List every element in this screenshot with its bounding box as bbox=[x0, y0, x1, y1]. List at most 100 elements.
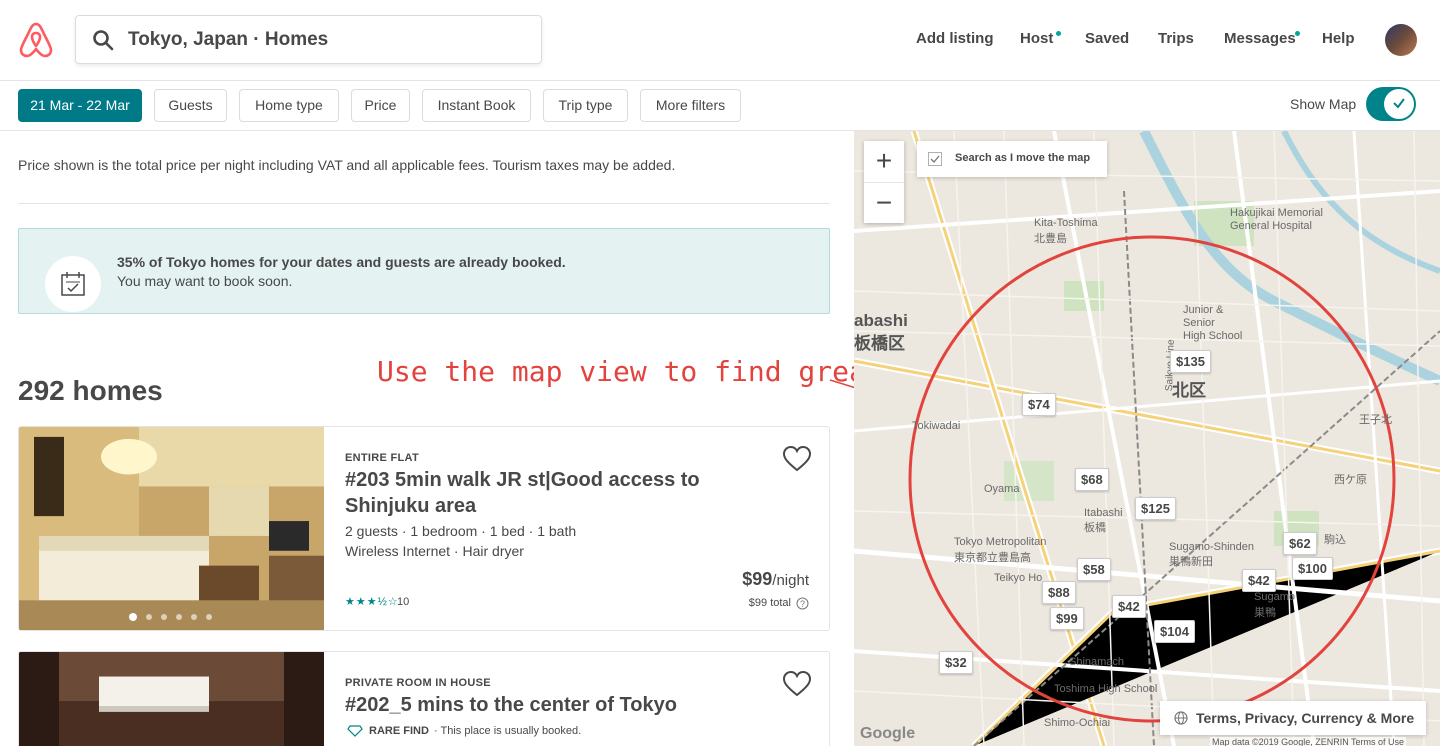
map-panel[interactable]: + − Search as I move the map Kita-Toshim… bbox=[854, 131, 1440, 746]
home-type-filter-button[interactable]: Home type bbox=[239, 89, 339, 122]
map-label: 駒込 bbox=[1324, 534, 1346, 546]
airbnb-logo-icon[interactable] bbox=[18, 21, 54, 59]
price-disclaimer: Price shown is the total price per night… bbox=[18, 157, 676, 173]
map-price-pin[interactable]: $68 bbox=[1075, 468, 1109, 491]
guests-filter-button[interactable]: Guests bbox=[154, 89, 227, 122]
save-heart-icon[interactable] bbox=[782, 445, 812, 473]
photo-carousel-dots[interactable] bbox=[129, 613, 212, 621]
listing-photo[interactable] bbox=[19, 427, 324, 630]
map-terms-button[interactable]: Terms, Privacy, Currency & More bbox=[1160, 701, 1426, 735]
nav-saved[interactable]: Saved bbox=[1085, 30, 1129, 47]
globe-icon bbox=[1174, 711, 1188, 725]
map-label: abashi bbox=[854, 311, 908, 330]
calendar-icon bbox=[61, 272, 85, 296]
map-price-pin[interactable]: $99 bbox=[1050, 607, 1084, 630]
nav-host[interactable]: Host bbox=[1020, 30, 1053, 47]
divider bbox=[18, 203, 830, 204]
listing-card[interactable]: PRIVATE ROOM IN HOUSE #202_5 mins to the… bbox=[18, 651, 830, 746]
zoom-controls: + − bbox=[864, 141, 904, 223]
listing-amenities: Wireless Internet · Hair dryer bbox=[345, 543, 524, 559]
messages-notification-dot bbox=[1295, 31, 1300, 36]
search-query-text: Tokyo, Japan · Homes bbox=[128, 29, 329, 50]
listing-type: PRIVATE ROOM IN HOUSE bbox=[345, 677, 491, 689]
google-logo: Google bbox=[860, 725, 916, 742]
host-notification-dot bbox=[1056, 31, 1061, 36]
listing-title[interactable]: #203 5min walk JR st|Good access to Shin… bbox=[345, 467, 775, 519]
top-header: Tokyo, Japan · Homes Add listing Host Sa… bbox=[0, 0, 1440, 81]
user-avatar[interactable] bbox=[1385, 24, 1417, 56]
alert-subtext: You may want to book soon. bbox=[117, 273, 293, 289]
map-label: Shimo-Ochiai bbox=[1044, 717, 1111, 729]
map-label: Oyama bbox=[984, 483, 1020, 495]
map-price-pin[interactable]: $125 bbox=[1135, 497, 1176, 520]
svg-text:?: ? bbox=[800, 599, 805, 609]
listing-details: 2 guests · 1 bedroom · 1 bed · 1 bath bbox=[345, 523, 577, 539]
instant-book-filter-button[interactable]: Instant Book bbox=[422, 89, 531, 122]
info-icon[interactable]: ? bbox=[796, 597, 809, 610]
rating-stars: ★★★½☆ bbox=[345, 596, 399, 608]
nav-trips[interactable]: Trips bbox=[1158, 30, 1194, 47]
map-label: General Hospital bbox=[1230, 220, 1312, 232]
map-price-pin[interactable]: $62 bbox=[1283, 532, 1317, 555]
map-label: Sugamo bbox=[1254, 591, 1295, 603]
listing-card[interactable]: ENTIRE FLAT #203 5min walk JR st|Good ac… bbox=[18, 426, 830, 631]
search-as-move-control[interactable]: Search as I move the map bbox=[917, 141, 1107, 177]
nav-add-listing[interactable]: Add listing bbox=[916, 30, 994, 47]
map-label: 板橋 bbox=[1084, 522, 1106, 534]
search-icon bbox=[93, 30, 114, 51]
save-heart-icon[interactable] bbox=[782, 670, 812, 698]
trip-type-filter-button[interactable]: Trip type bbox=[543, 89, 628, 122]
map-label: Shinamach bbox=[1069, 656, 1125, 668]
map-attribution[interactable]: Map data ©2019 Google, ZENRIN Terms of U… bbox=[1210, 737, 1407, 746]
map-label: Junior & bbox=[1183, 304, 1224, 316]
map-label: Senior bbox=[1183, 317, 1215, 329]
map-price-pin[interactable]: $32 bbox=[939, 651, 973, 674]
map-price-pin[interactable]: $58 bbox=[1077, 558, 1111, 581]
map-price-pin[interactable]: $104 bbox=[1154, 620, 1195, 643]
listing-total: $99 total bbox=[748, 597, 791, 609]
map-terms-label: Terms, Privacy, Currency & More bbox=[1196, 710, 1415, 726]
toggle-knob bbox=[1384, 89, 1414, 119]
map-label: 巣鴨 bbox=[1254, 607, 1276, 619]
map-label: Tokyo Metropolitan bbox=[954, 536, 1047, 548]
map-label: Tokiwadai bbox=[912, 420, 961, 432]
map-label: Kita-Toshima bbox=[1034, 217, 1098, 229]
dates-filter-button[interactable]: 21 Mar - 22 Mar bbox=[18, 89, 142, 122]
map-price-pin[interactable]: $135 bbox=[1170, 350, 1211, 373]
price-per: /night bbox=[772, 572, 809, 589]
checkmark-icon bbox=[1393, 98, 1405, 109]
map-price-pin[interactable]: $74 bbox=[1022, 393, 1056, 416]
listing-photo[interactable] bbox=[19, 652, 324, 746]
map-price-pin[interactable]: $42 bbox=[1242, 569, 1276, 592]
more-filters-button[interactable]: More filters bbox=[640, 89, 741, 122]
listing-title[interactable]: #202_5 mins to the center of Tokyo bbox=[345, 692, 775, 718]
zoom-out-button[interactable]: − bbox=[864, 182, 904, 222]
map-label: 板橋区 bbox=[854, 334, 905, 353]
calendar-badge bbox=[45, 256, 101, 312]
map-label: 西ケ原 bbox=[1334, 474, 1367, 486]
map-label: Teikyo Ho bbox=[994, 572, 1043, 584]
zoom-in-button[interactable]: + bbox=[864, 141, 904, 181]
listing-type: ENTIRE FLAT bbox=[345, 452, 419, 464]
map-label: 王子北 bbox=[1359, 414, 1392, 426]
map-price-pin[interactable]: $88 bbox=[1042, 581, 1076, 604]
review-count: 10 bbox=[397, 596, 410, 608]
price-amount: $99 bbox=[742, 569, 773, 589]
rare-find-note: · This place is usually booked. bbox=[434, 725, 582, 737]
map-label: Itabashi bbox=[1084, 507, 1123, 519]
nav-help[interactable]: Help bbox=[1322, 30, 1355, 47]
map-label: 巣鴨新田 bbox=[1169, 556, 1213, 568]
map-label: 北区 bbox=[1172, 381, 1206, 400]
location-search-box[interactable]: Tokyo, Japan · Homes bbox=[75, 15, 542, 64]
map-price-pin[interactable]: $100 bbox=[1292, 557, 1333, 580]
map-label: High School bbox=[1183, 330, 1243, 342]
search-as-move-checkbox[interactable] bbox=[928, 152, 942, 166]
nav-messages[interactable]: Messages bbox=[1224, 30, 1296, 47]
alert-headline: 35% of Tokyo homes for your dates and gu… bbox=[117, 254, 566, 270]
map-label: 北豊島 bbox=[1034, 233, 1067, 245]
show-map-toggle[interactable] bbox=[1366, 87, 1416, 121]
booking-alert-banner: 35% of Tokyo homes for your dates and gu… bbox=[18, 228, 830, 314]
map-label: Hakujikai Memorial bbox=[1230, 207, 1323, 219]
price-filter-button[interactable]: Price bbox=[351, 89, 410, 122]
map-price-pin[interactable]: $42 bbox=[1112, 595, 1146, 618]
